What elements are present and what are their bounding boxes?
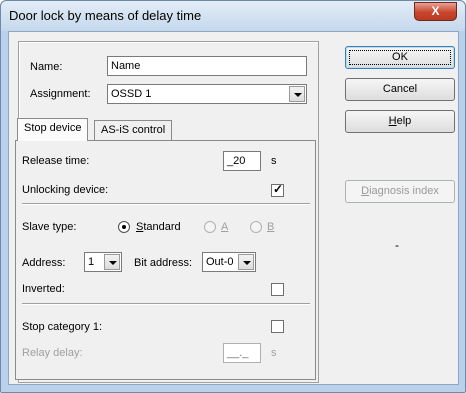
unlocking-device-checkbox[interactable] (271, 182, 284, 197)
inverted-label: Inverted: (22, 283, 65, 295)
address-value: 1 (88, 256, 95, 268)
bit-address-value: Out-0 (206, 256, 234, 268)
relay-delay-unit: s (271, 347, 277, 359)
window-title: Door lock by means of delay time (9, 8, 202, 23)
slave-type-standard-radio[interactable] (118, 221, 130, 233)
slave-type-label: Slave type: (22, 221, 77, 233)
slave-type-a-radio[interactable] (204, 221, 216, 233)
diagnosis-index-label: Diagnosis index (361, 185, 439, 197)
focus-rectangle (349, 50, 451, 65)
close-icon: X (431, 4, 440, 18)
chevron-down-icon[interactable] (289, 86, 305, 102)
address-label: Address: (22, 257, 66, 269)
name-input[interactable]: Name (107, 56, 307, 76)
slave-type-b-label: B (267, 221, 275, 233)
help-button[interactable]: Help (345, 110, 455, 133)
status-dash: - (395, 238, 399, 252)
divider (22, 303, 310, 305)
close-button[interactable]: X (414, 2, 457, 21)
slave-type-a-label: A (221, 221, 229, 233)
name-label: Name: (30, 61, 63, 73)
stop-category-label: Stop category 1: (22, 321, 103, 333)
assignment-select[interactable]: OSSD 1 (107, 84, 307, 104)
cancel-button-label: Cancel (382, 83, 418, 95)
tab-as-is-control[interactable]: AS-iS control (94, 120, 173, 141)
release-time-label: Release time: (22, 155, 90, 167)
title-bar[interactable]: Door lock by means of delay time X (1, 1, 465, 31)
slave-type-standard-label: Standard (136, 221, 181, 233)
relay-delay-input[interactable]: __._ (223, 343, 261, 363)
release-time-unit: s (271, 155, 277, 167)
unlocking-device-label: Unlocking device: (22, 184, 109, 196)
bit-address-label: Bit address: (134, 257, 193, 269)
chevron-down-icon[interactable] (104, 254, 120, 270)
bit-address-select[interactable]: Out-0 (202, 252, 256, 272)
slave-type-b-radio[interactable] (250, 221, 262, 233)
cancel-button[interactable]: Cancel (345, 78, 455, 101)
release-time-input[interactable]: _20 (223, 151, 261, 171)
help-button-label: Help (388, 115, 412, 127)
dialog-client-area: Name: Name Assignment: OSSD 1 Stop devic… (8, 31, 459, 385)
diagnosis-index-button[interactable]: Diagnosis index (345, 180, 455, 203)
assignment-value: OSSD 1 (111, 88, 152, 100)
divider (22, 203, 310, 205)
relay-delay-label: Relay delay: (22, 347, 83, 359)
tab-stop-device[interactable]: Stop device (17, 118, 89, 141)
ok-button[interactable]: OK (345, 46, 455, 69)
stop-device-panel: Release time: _20 s Unlocking device: Sl… (15, 140, 316, 380)
inverted-checkbox[interactable] (271, 283, 284, 296)
chevron-down-icon[interactable] (238, 254, 254, 270)
assignment-label: Assignment: (30, 88, 91, 100)
dialog-window: Door lock by means of delay time X Name:… (0, 0, 466, 393)
address-select[interactable]: 1 (84, 252, 122, 272)
stop-category-checkbox[interactable] (271, 320, 284, 333)
